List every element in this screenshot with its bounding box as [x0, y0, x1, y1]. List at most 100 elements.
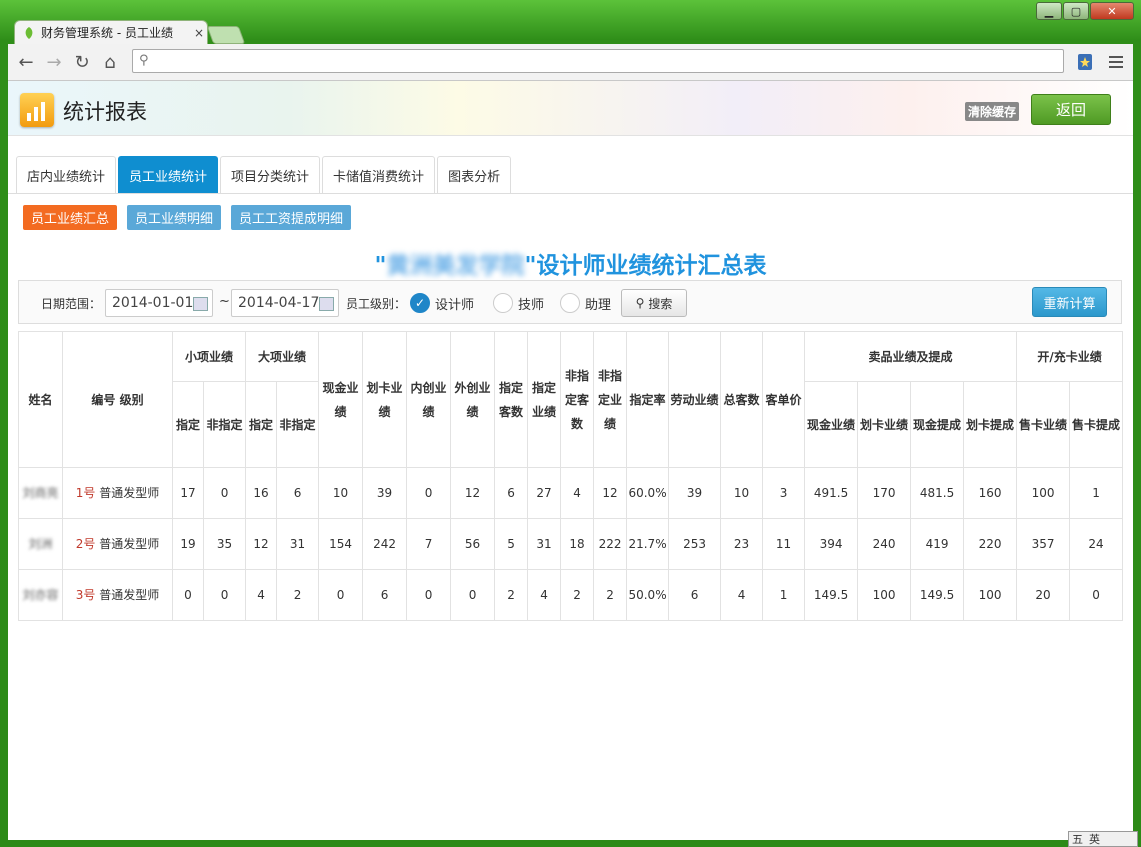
date-from-field[interactable]: 2014-01-01 [105, 289, 213, 317]
cell: 6 [362, 569, 408, 621]
cell: 394 [804, 518, 859, 570]
tab-staff-performance[interactable]: 员工业绩统计 [118, 156, 219, 193]
bookmark-icon[interactable] [1074, 51, 1096, 73]
cell: 27 [527, 467, 562, 519]
cell: 56 [450, 518, 496, 570]
maximize-button[interactable]: ▢ [1063, 2, 1089, 20]
menu-icon[interactable] [1105, 51, 1127, 73]
radio-technician[interactable]: 技师 [493, 293, 544, 313]
cell: 7 [406, 518, 452, 570]
header-name: 姓名 [18, 331, 63, 468]
tab-store-performance[interactable]: 店内业绩统计 [16, 156, 117, 193]
date-from-value: 2014-01-01 [112, 295, 194, 311]
clear-cache-button[interactable]: 清除缓存 [965, 102, 1020, 121]
level-label: 员工级别： [346, 297, 407, 311]
header-card-sale-comm: 售卡提成 [1069, 381, 1124, 468]
cell: 154 [318, 518, 364, 570]
cell: 18 [560, 518, 595, 570]
back-button[interactable]: 返回 [1031, 94, 1111, 125]
staff-level: 普通发型师 [99, 588, 160, 602]
search-icon: ⚲ [635, 296, 645, 310]
date-range-label: 日期范围： [41, 297, 102, 311]
header-total-cust: 总客数 [720, 331, 764, 468]
address-bar[interactable]: ⚲ [132, 49, 1064, 73]
recalculate-button[interactable]: 重新计算 [1032, 287, 1107, 317]
cell: 50.0% [626, 569, 670, 621]
cell: 160 [963, 467, 1018, 519]
cell: 0 [406, 467, 452, 519]
header-assign-perf: 指定业绩 [527, 331, 562, 468]
cell: 39 [362, 467, 408, 519]
radio-designer[interactable]: ✓ 设计师 [410, 293, 474, 313]
ime-indicator[interactable]: 五 英 [1068, 831, 1138, 847]
back-arrow-icon[interactable]: ← [14, 50, 38, 74]
page-header: 统计报表 清除缓存 返回 [8, 81, 1133, 136]
cell: 6 [494, 467, 529, 519]
staff-level: 普通发型师 [99, 537, 160, 551]
cell: 0 [202, 569, 247, 621]
forward-arrow-icon[interactable]: → [42, 50, 66, 74]
search-button[interactable]: ⚲ 搜索 [621, 289, 687, 317]
header-card-sale-perf: 售卡业绩 [1016, 381, 1071, 468]
report-title-text: 设计师业绩统计汇总表 [536, 253, 767, 279]
header-big-nonassign: 非指定 [276, 381, 320, 468]
salary-commission-button[interactable]: 员工工资提成明细 [231, 205, 352, 230]
header-assign-cust: 指定客数 [494, 331, 529, 468]
radio-assistant[interactable]: 助理 [560, 293, 611, 313]
cell: 240 [857, 518, 912, 570]
date-to-field[interactable]: 2014-04-17 [231, 289, 339, 317]
sub-navigation: 员工业绩汇总 员工业绩明细 员工工资提成明细 [23, 205, 361, 230]
window-close-button[interactable]: ✕ [1090, 2, 1134, 20]
header-card-sale: 开/充卡业绩 [1016, 331, 1124, 382]
date-separator: ~ [219, 294, 230, 309]
browser-tab[interactable]: 财务管理系统 - 员工业绩 × [14, 20, 208, 44]
cell: 11 [762, 518, 806, 570]
radio-circle-icon [560, 293, 580, 313]
staff-summary-button[interactable]: 员工业绩汇总 [23, 205, 118, 230]
cell: 100 [963, 569, 1018, 621]
tab-close-icon[interactable]: × [191, 26, 207, 40]
header-unit-price: 客单价 [762, 331, 806, 468]
header-prod-cash: 现金业绩 [804, 381, 859, 468]
header-labor: 劳动业绩 [668, 331, 722, 468]
header-big-items: 大项业绩 [245, 331, 320, 382]
reload-icon[interactable]: ↻ [70, 50, 94, 74]
radio-technician-label: 技师 [518, 297, 545, 313]
performance-table: 姓名 编号 级别 小项业绩 大项业绩 现金业绩 划卡业绩 内创业绩 外创业绩 指… [18, 331, 1124, 621]
header-big-assign: 指定 [245, 381, 278, 468]
tab-card-consumption[interactable]: 卡储值消费统计 [322, 156, 436, 193]
header-outer: 外创业绩 [450, 331, 496, 468]
tab-chart-analysis[interactable]: 图表分析 [437, 156, 512, 193]
calendar-icon[interactable] [319, 297, 334, 311]
tab-divider [8, 193, 1133, 194]
cell: 1 [762, 569, 806, 621]
report-org-name: 黄洲美发学院 [386, 253, 525, 279]
minimize-button[interactable]: ▁ [1036, 2, 1062, 20]
date-to-value: 2014-04-17 [238, 295, 320, 311]
cell: 419 [910, 518, 965, 570]
cell: 4 [720, 569, 764, 621]
header-prod-card: 划卡业绩 [857, 381, 912, 468]
cell: 357 [1016, 518, 1071, 570]
cell: 253 [668, 518, 722, 570]
cell: 39 [668, 467, 722, 519]
cell: 10 [720, 467, 764, 519]
staff-detail-button[interactable]: 员工业绩明细 [127, 205, 222, 230]
tab-category-stats[interactable]: 项目分类统计 [220, 156, 321, 193]
cell: 1 [1069, 467, 1124, 519]
leaf-icon [25, 26, 33, 39]
new-tab-button[interactable] [206, 26, 246, 44]
cell: 491.5 [804, 467, 859, 519]
cell: 100 [857, 569, 912, 621]
radio-designer-label: 设计师 [435, 297, 475, 313]
header-small-items: 小项业绩 [171, 331, 247, 382]
calendar-icon[interactable] [193, 297, 208, 311]
ime-mode-wubi: 五 [1072, 833, 1083, 846]
cell: 481.5 [910, 467, 965, 519]
cell: 0 [406, 569, 452, 621]
browser-window: 财务管理系统 - 员工业绩 × ▁ ▢ ✕ ← → ↻ ⌂ ⚲ 统计报表 清除缓… [0, 0, 1141, 847]
cell: 12 [450, 467, 496, 519]
home-icon[interactable]: ⌂ [98, 50, 122, 74]
cell: 5 [494, 518, 529, 570]
address-input[interactable] [157, 52, 1051, 72]
